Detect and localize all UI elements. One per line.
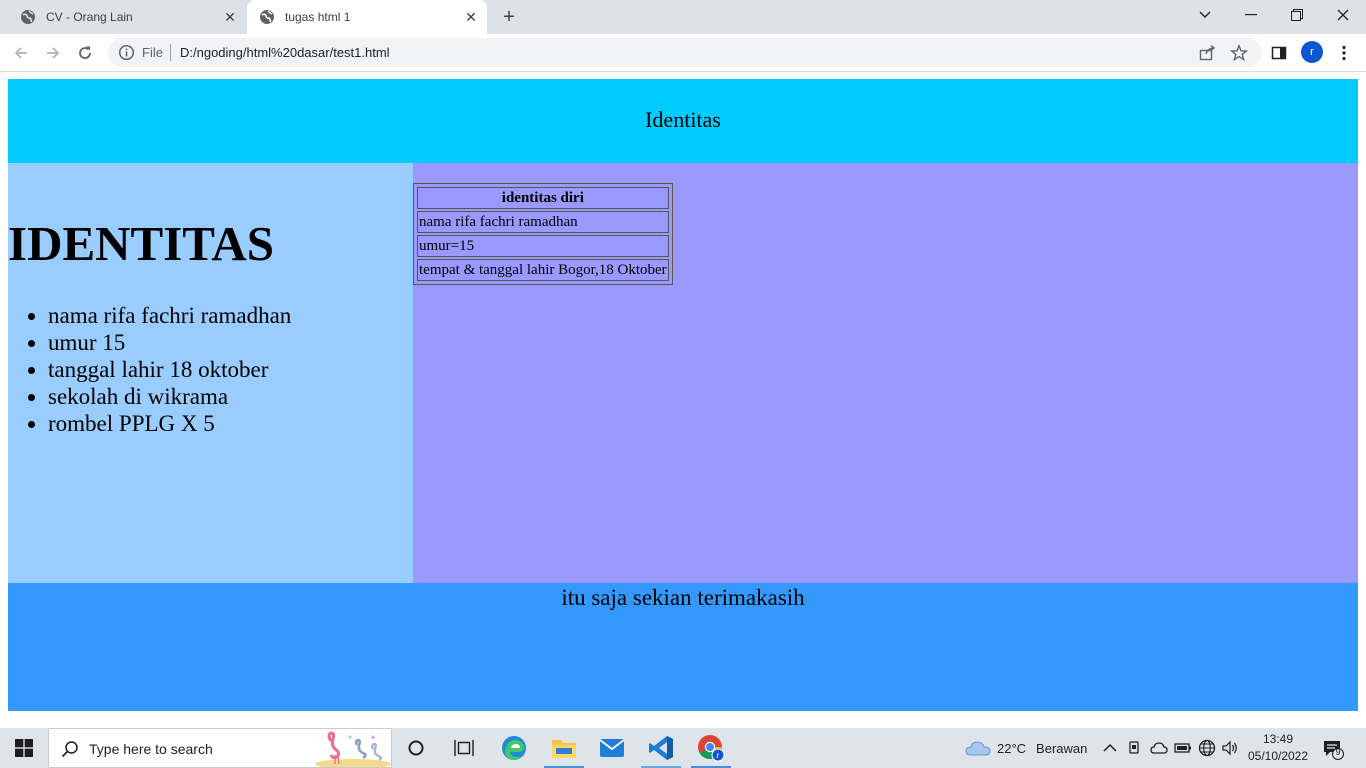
list-item: umur 15: [48, 329, 291, 356]
tab-title: CV - Orang Lain: [46, 10, 133, 24]
page-footer: itu saja sekian terimakasih: [8, 583, 1358, 711]
clock-date: 05/10/2022: [1247, 749, 1309, 763]
weather-temp: 22°C: [997, 740, 1027, 756]
weather-condition: Berawan: [1036, 740, 1088, 756]
url-scheme-label: File: [142, 45, 163, 60]
volume-icon[interactable]: [1221, 728, 1239, 768]
file-explorer-icon[interactable]: [540, 728, 588, 768]
restore-button[interactable]: [1274, 0, 1320, 30]
list-item: nama rifa fachri ramadhan: [48, 302, 291, 329]
share-icon[interactable]: [1198, 44, 1216, 62]
bookmark-star-icon[interactable]: [1230, 44, 1248, 62]
table-row: tempat & tanggal lahir Bogor,18 Oktober: [417, 259, 669, 281]
left-panel: IDENTITAS nama rifa fachri ramadhan umur…: [8, 163, 413, 583]
tab-title: tugas html 1: [285, 10, 351, 24]
vscode-icon[interactable]: [637, 728, 685, 768]
close-tab-icon[interactable]: ✕: [220, 7, 240, 27]
page-header: Identitas: [8, 79, 1358, 163]
table-header-cell: identitas diri: [417, 187, 669, 209]
address-bar[interactable]: File D:/ngoding/html%20dasar/test1.html: [108, 38, 1262, 67]
back-arrow-icon[interactable]: [8, 40, 34, 66]
identitas-heading: IDENTITAS: [8, 216, 274, 271]
windows-logo-icon: [15, 739, 33, 757]
table-cell: nama rifa fachri ramadhan: [417, 211, 669, 233]
list-item: tanggal lahir 18 oktober: [48, 356, 291, 383]
edge-icon[interactable]: [490, 728, 538, 768]
notification-count: 9: [1335, 747, 1341, 757]
windows-taskbar: Type here to search r 22°C Berawan 13:49…: [0, 728, 1366, 768]
battery-icon[interactable]: [1174, 728, 1192, 768]
tab-strip: CV - Orang Lain ✕ tugas html 1 ✕ +: [0, 0, 1366, 34]
page-viewport: Identitas IDENTITAS nama rifa fachri ram…: [0, 72, 1366, 727]
divider: [170, 44, 171, 61]
table-header-row: identitas diri: [417, 187, 669, 209]
cloud-icon: [965, 741, 991, 756]
minimize-button[interactable]: [1228, 0, 1274, 30]
close-window-button[interactable]: [1320, 0, 1366, 30]
flamingo-illustration-icon: [315, 731, 391, 767]
tab-search-chevron-icon[interactable]: [1182, 0, 1228, 30]
list-item: rombel PPLG X 5: [48, 410, 291, 437]
table-row: nama rifa fachri ramadhan: [417, 211, 669, 233]
svg-text:r: r: [717, 751, 720, 760]
list-item: sekolah di wikrama: [48, 383, 291, 410]
show-hidden-icons-chevron-icon[interactable]: [1103, 728, 1117, 768]
footer-text: itu saja sekian terimakasih: [561, 585, 805, 610]
profile-avatar[interactable]: r: [1301, 41, 1323, 63]
header-title: Identitas: [645, 107, 721, 132]
more-menu-icon[interactable]: [1334, 43, 1354, 63]
table-row: umur=15: [417, 235, 669, 257]
taskbar-search[interactable]: Type here to search: [48, 728, 392, 768]
table-cell: umur=15: [417, 235, 669, 257]
globe-icon: [21, 10, 35, 24]
notification-center-icon[interactable]: 9: [1322, 738, 1344, 760]
search-placeholder: Type here to search: [89, 741, 213, 757]
weather-widget[interactable]: 22°C Berawan: [965, 728, 1087, 768]
identity-table: identitas diri nama rifa fachri ramadhan…: [413, 183, 673, 285]
identity-list: nama rifa fachri ramadhan umur 15 tangga…: [48, 302, 291, 437]
forward-arrow-icon[interactable]: [40, 40, 66, 66]
tab-tugas-html-1[interactable]: tugas html 1 ✕: [247, 0, 487, 34]
info-icon[interactable]: [118, 44, 135, 61]
mail-icon[interactable]: [588, 728, 636, 768]
search-icon: [61, 741, 78, 758]
start-button[interactable]: [0, 728, 48, 768]
reload-icon[interactable]: [72, 40, 98, 66]
url-text[interactable]: D:/ngoding/html%20dasar/test1.html: [180, 45, 390, 60]
clock-time: 13:49: [1262, 732, 1294, 746]
globe-icon: [260, 10, 274, 24]
chrome-icon[interactable]: r: [687, 728, 735, 768]
tab-cv-orang-lain[interactable]: CV - Orang Lain ✕: [8, 0, 246, 34]
right-panel: identitas diri nama rifa fachri ramadhan…: [413, 163, 1358, 583]
cortana-icon[interactable]: [392, 728, 440, 768]
table-cell: tempat & tanggal lahir Bogor,18 Oktober: [417, 259, 669, 281]
task-view-icon[interactable]: [440, 728, 488, 768]
meet-now-icon[interactable]: [1127, 728, 1141, 768]
browser-toolbar: File D:/ngoding/html%20dasar/test1.html …: [0, 34, 1366, 72]
network-globe-icon[interactable]: [1198, 728, 1216, 768]
onedrive-cloud-icon[interactable]: [1150, 728, 1168, 768]
close-tab-icon[interactable]: ✕: [461, 7, 481, 27]
side-panel-icon[interactable]: [1269, 43, 1289, 63]
new-tab-button[interactable]: +: [498, 6, 520, 28]
system-clock[interactable]: 13:49 05/10/2022: [1238, 731, 1318, 765]
